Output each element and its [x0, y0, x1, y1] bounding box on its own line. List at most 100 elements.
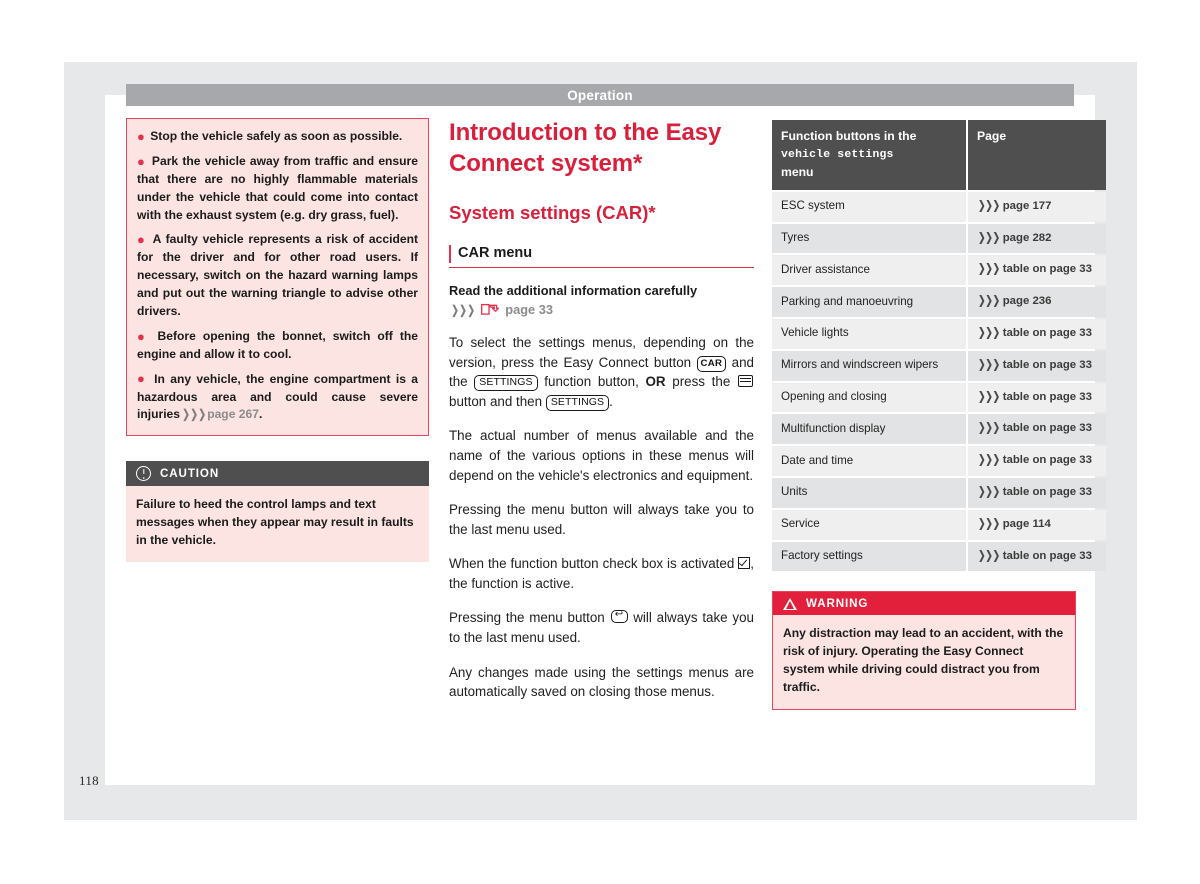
safety-bullet: ● In any vehicle, the engine compartment…: [137, 371, 418, 425]
page-reference-link[interactable]: table on page 33: [1003, 359, 1092, 371]
row-page-cell[interactable]: ❭❭❭ table on page 33: [968, 319, 1106, 349]
reference-chevron-icon: ❭❭❭: [977, 422, 1001, 435]
row-function-name: Driver assistance: [772, 255, 966, 286]
row-function-name: Date and time: [772, 446, 966, 477]
paragraph-menu-count: The actual number of menus available and…: [449, 428, 754, 483]
settings-button-key[interactable]: SETTINGS: [474, 375, 538, 392]
table-row[interactable]: Units ❭❭❭ table on page 33: [772, 478, 1106, 508]
table-row[interactable]: Mirrors and windscreen wipers ❭❭❭ table on…: [772, 350, 1106, 381]
row-page-cell[interactable]: ❭❭❭ table on page 33: [968, 350, 1106, 381]
warning-triangle-icon: [783, 597, 797, 610]
settings-button-key[interactable]: SETTINGS: [545, 394, 610, 412]
caution-header: CAUTION: [126, 461, 429, 487]
paragraph-text-part: press the: [672, 374, 731, 390]
table-row[interactable]: Opening and closing ❭❭❭ table on page 33: [772, 382, 1106, 413]
row-page-cell[interactable]: ❭❭❭ table on page 33: [968, 414, 1106, 445]
row-function-name: Parking and manoeuvring: [772, 287, 966, 318]
subsection-title: CAR menu: [458, 245, 533, 262]
reference-chevron-icon: ❭❭❭: [181, 407, 207, 422]
reference-chevron-icon: ❭❭❭: [977, 486, 1001, 499]
safety-bullet: ● Park the vehicle away from traffic and…: [137, 153, 418, 225]
safety-bullet-text: Before opening the bonnet, switch off th…: [137, 328, 418, 361]
bullet-dot-icon: ●: [137, 328, 149, 344]
manual-book-icon: [480, 303, 499, 316]
page-reference-link[interactable]: table on page 33: [1003, 391, 1092, 403]
page-reference-link[interactable]: table on page 33: [1003, 486, 1092, 498]
row-page-cell[interactable]: ❭❭❭ table on page 33: [968, 541, 1106, 572]
paragraph-text-part: function button,: [544, 374, 639, 390]
chapter-title: Introduction to the Easy Connect system*: [449, 119, 722, 177]
page-reference-link[interactable]: table on page 33: [1003, 454, 1092, 466]
page-reference-link[interactable]: table on page 33: [1003, 550, 1092, 562]
table-row[interactable]: Tyres ❭❭❭ page 282: [772, 223, 1106, 254]
warning-title: WARNING: [806, 597, 869, 611]
exclamation-circle-icon: [136, 466, 151, 482]
page-reference-link[interactable]: page 282: [1003, 232, 1052, 244]
page-viewport: 118 Operation ● Stop the vehicle safely …: [0, 0, 1200, 884]
row-page-cell[interactable]: ❭❭❭ page 282: [968, 223, 1106, 254]
page-reference-link[interactable]: page 236: [1003, 295, 1052, 307]
reference-chevron-icon: ❭❭❭: [977, 263, 1001, 276]
paragraph-auto-save: Any changes made using the settings menu…: [449, 664, 754, 700]
paragraph-menu-button: Pressing the menu button will always tak…: [449, 502, 754, 537]
row-function-name: Mirrors and windscreen wipers: [772, 350, 966, 381]
row-page-cell[interactable]: ❭❭❭ page 236: [968, 287, 1106, 318]
table-row[interactable]: Multifunction display ❭❭❭ table on page 33: [772, 414, 1106, 445]
caution-title: CAUTION: [160, 467, 220, 481]
table-row[interactable]: ESC system ❭❭❭ page 177: [772, 191, 1106, 222]
page-reference-link[interactable]: page 267: [207, 407, 259, 421]
page-reference-link[interactable]: table on page 33: [1003, 422, 1092, 434]
safety-bullet: ● Before opening the bonnet, switch off …: [137, 328, 418, 364]
car-button-key[interactable]: CAR: [696, 355, 727, 372]
reference-chevron-icon: ❭❭❭: [450, 302, 476, 317]
row-page-cell[interactable]: ❭❭❭ page 114: [968, 509, 1106, 540]
table-row[interactable]: Vehicle lights ❭❭❭ table on page 33: [772, 319, 1106, 349]
table-row[interactable]: Date and time ❭❭❭ table on page 33: [772, 446, 1106, 477]
row-function-name: Factory settings: [772, 541, 966, 572]
table-row[interactable]: Service ❭❭❭ page 114: [772, 509, 1106, 540]
safety-notice-box: ● Stop the vehicle safely as soon as pos…: [126, 118, 429, 437]
subsection-heading: CAR menu: [449, 244, 754, 269]
row-page-cell[interactable]: ❭❭❭ table on page 33: [968, 446, 1106, 477]
safety-bullet-text: A faulty vehicle represents a risk of ac…: [137, 232, 418, 319]
row-page-cell[interactable]: ❭❭❭ table on page 33: [968, 478, 1106, 508]
reference-chevron-icon: ❭❭❭: [977, 390, 1001, 403]
row-function-name: Units: [772, 478, 966, 508]
row-page-cell[interactable]: ❭❭❭ table on page 33: [968, 382, 1106, 413]
table-header-line: Function buttons in the: [781, 129, 917, 143]
content-columns: ● Stop the vehicle safely as soon as pos…: [126, 118, 1106, 768]
menu-button-icon[interactable]: [737, 375, 753, 388]
row-function-name: Tyres: [772, 223, 966, 254]
page-reference-link[interactable]: page 177: [1003, 200, 1052, 212]
paragraph-select-settings: To select the settings menus, depending …: [449, 333, 754, 412]
paragraph-text-part: When the function button check box is ac…: [449, 556, 735, 572]
back-button-icon[interactable]: [610, 608, 628, 624]
page-reference-link[interactable]: page 114: [1003, 518, 1051, 530]
safety-bullet-text: Park the vehicle away from traffic and e…: [137, 153, 418, 222]
row-page-cell[interactable]: ❭❭❭ table on page 33: [968, 255, 1106, 286]
right-column: Function buttons in the vehicle settings…: [772, 118, 1106, 710]
bullet-dot-icon: ●: [137, 371, 147, 387]
table-body: ESC system ❭❭❭ page 177 Tyres ❭❭❭ page 282 D…: [772, 191, 1106, 572]
table-row[interactable]: Parking and manoeuvring ❭❭❭ page 236: [772, 287, 1106, 318]
table-header-line-mono: vehicle settings: [781, 149, 894, 162]
running-head: Operation: [126, 84, 1074, 106]
paragraph-or-emphasis: OR: [645, 374, 666, 390]
warning-text: Any distraction may lead to an accident,…: [773, 615, 1075, 709]
page-reference-link[interactable]: page 33: [505, 302, 553, 317]
row-function-name: Service: [772, 509, 966, 540]
table-header-function-buttons: Function buttons in the vehicle settings…: [772, 120, 966, 190]
warning-header: WARNING: [773, 592, 1075, 616]
reference-chevron-icon: ❭❭❭: [977, 517, 1001, 530]
function-buttons-table: Function buttons in the vehicle settings…: [770, 118, 1108, 573]
lead-text: Read the additional information carefull…: [449, 283, 698, 299]
page-reference-link[interactable]: table on page 33: [1003, 263, 1092, 275]
safety-bullet-text: Stop the vehicle safely as soon as possi…: [150, 129, 403, 143]
page-number: 118: [79, 773, 99, 788]
page-reference-link[interactable]: table on page 33: [1003, 327, 1092, 339]
paragraph-text-part: button and then: [449, 393, 543, 409]
table-row[interactable]: Factory settings ❭❭❭ table on page 33: [772, 541, 1106, 572]
middle-column: Introduction to the Easy Connect system*…: [449, 118, 754, 702]
row-page-cell[interactable]: ❭❭❭ page 177: [968, 191, 1106, 222]
table-row[interactable]: Driver assistance ❭❭❭ table on page 33: [772, 255, 1106, 286]
